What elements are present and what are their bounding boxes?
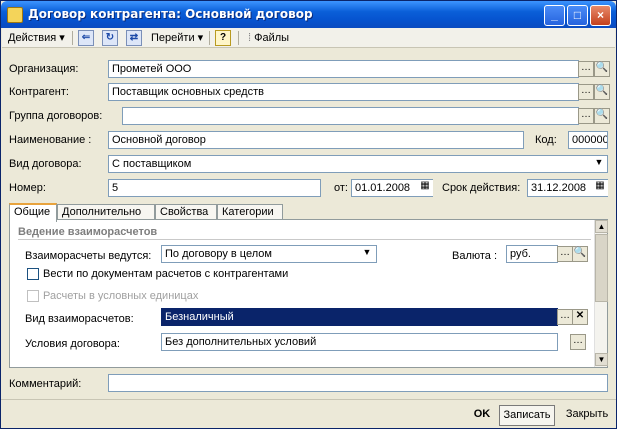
help-icon[interactable]: ? <box>215 30 231 46</box>
type-select[interactable]: С поставщиком <box>108 155 608 173</box>
scroll-up-icon[interactable]: ▲ <box>595 220 608 233</box>
group-select-button[interactable]: … <box>578 108 594 124</box>
actions-menu-label: Действия <box>8 32 57 44</box>
save-button[interactable]: Записать <box>499 405 555 426</box>
chevron-down-icon[interactable]: ▼ <box>591 156 607 172</box>
terms-field[interactable]: Без дополнительных условий <box>161 333 558 351</box>
actions-menu[interactable]: Действия ▾ <box>5 29 68 47</box>
currency-select-button[interactable]: … <box>557 246 573 262</box>
name-label: Наименование : <box>9 134 92 146</box>
goto-menu-label: Перейти <box>151 32 195 44</box>
section-title: Ведение взаиморасчетов <box>18 226 158 238</box>
counterparty-select-button[interactable]: … <box>578 84 594 100</box>
type-label: Вид договора: <box>9 158 82 170</box>
code-field[interactable]: 000000 <box>568 131 608 149</box>
payment-type-label: Вид взаиморасчетов: <box>25 313 134 325</box>
name-field[interactable]: Основной договор <box>108 131 524 149</box>
window-title: Договор контрагента: Основной договор <box>28 7 313 21</box>
org-label: Организация: <box>9 63 79 75</box>
org-field[interactable]: Прометей ООО <box>108 60 579 78</box>
number-field[interactable]: 5 <box>108 179 321 197</box>
refresh-icon[interactable]: ↻ <box>102 30 118 46</box>
number-label: Номер: <box>9 182 46 194</box>
calendar-icon[interactable]: ▦ <box>417 180 433 196</box>
term-label: Срок действия: <box>442 182 521 194</box>
toolbar-separator <box>72 31 73 45</box>
settlements-select[interactable]: По договору в целом <box>161 245 377 263</box>
chevron-down-icon[interactable]: ▼ <box>359 246 375 262</box>
maximize-button[interactable]: □ <box>567 5 588 26</box>
checkbox-by-documents-label: Вести по документам расчетов с контраген… <box>43 268 289 280</box>
ok-button[interactable]: OK <box>467 405 497 426</box>
settlements-label: Взаиморасчеты ведутся: <box>25 250 152 262</box>
payment-type-select-button[interactable]: … <box>557 309 573 325</box>
calendar-icon[interactable]: ▦ <box>592 180 608 196</box>
close-button[interactable]: Закрыть <box>561 405 613 426</box>
currency-field[interactable]: руб. <box>506 245 558 263</box>
payment-type-field[interactable]: Безналичный <box>161 308 558 326</box>
currency-label: Валюта : <box>452 250 498 262</box>
files-label: Файлы <box>254 32 290 44</box>
group-field[interactable] <box>122 107 579 125</box>
toolbar: Действия ▾ ⇐ ↻ ⇄ Перейти ▾ ? ⁞ Файлы <box>2 28 615 48</box>
code-label: Код: <box>535 134 557 146</box>
tab-panel-general: Ведение взаиморасчетов Взаиморасчеты вед… <box>9 219 608 368</box>
window: Договор контрагента: Основной договор _ … <box>0 0 617 429</box>
org-open-icon[interactable]: 🔍 <box>594 61 610 77</box>
terms-select-button[interactable]: … <box>570 334 586 350</box>
files-button[interactable]: ⁞ Файлы <box>245 29 292 47</box>
minimize-button[interactable]: _ <box>544 5 565 26</box>
section-divider <box>18 239 591 240</box>
counterparty-label: Контрагент: <box>9 86 69 98</box>
comment-label: Комментарий: <box>9 378 82 390</box>
clear-icon[interactable]: ✕ <box>572 309 588 325</box>
terms-label: Условия договора: <box>25 338 120 350</box>
close-window-button[interactable]: × <box>590 5 611 26</box>
scroll-thumb[interactable] <box>595 234 608 302</box>
toolbar-separator <box>209 31 210 45</box>
back-arrow-icon[interactable]: ⇐ <box>78 30 94 46</box>
checkbox-conventional-units-label: Расчеты в условных единицах <box>43 290 199 302</box>
counterparty-field[interactable]: Поставщик основных средств <box>108 83 579 101</box>
group-open-icon[interactable]: 🔍 <box>594 108 610 124</box>
vertical-scrollbar[interactable]: ▲ ▼ <box>594 220 608 367</box>
counterparty-open-icon[interactable]: 🔍 <box>594 84 610 100</box>
goto-menu[interactable]: Перейти ▾ <box>148 29 206 47</box>
checkbox-conventional-units[interactable] <box>27 290 39 302</box>
bottom-bar: OK Записать Закрыть <box>1 399 616 428</box>
date-label: от: <box>334 182 348 194</box>
group-label: Группа договоров: <box>9 110 103 122</box>
comment-field[interactable] <box>108 374 608 392</box>
org-select-button[interactable]: … <box>578 61 594 77</box>
checkbox-by-documents[interactable] <box>27 268 39 280</box>
currency-open-icon[interactable]: 🔍 <box>572 246 588 262</box>
tab-general[interactable]: Общие <box>9 203 57 222</box>
structure-icon[interactable]: ⇄ <box>126 30 142 46</box>
title-bar: Договор контрагента: Основной договор _ … <box>1 1 616 28</box>
toolbar-separator <box>238 31 239 45</box>
scroll-down-icon[interactable]: ▼ <box>595 353 608 366</box>
paperclip-icon: ⁞ <box>248 32 252 44</box>
document-icon <box>7 7 23 23</box>
